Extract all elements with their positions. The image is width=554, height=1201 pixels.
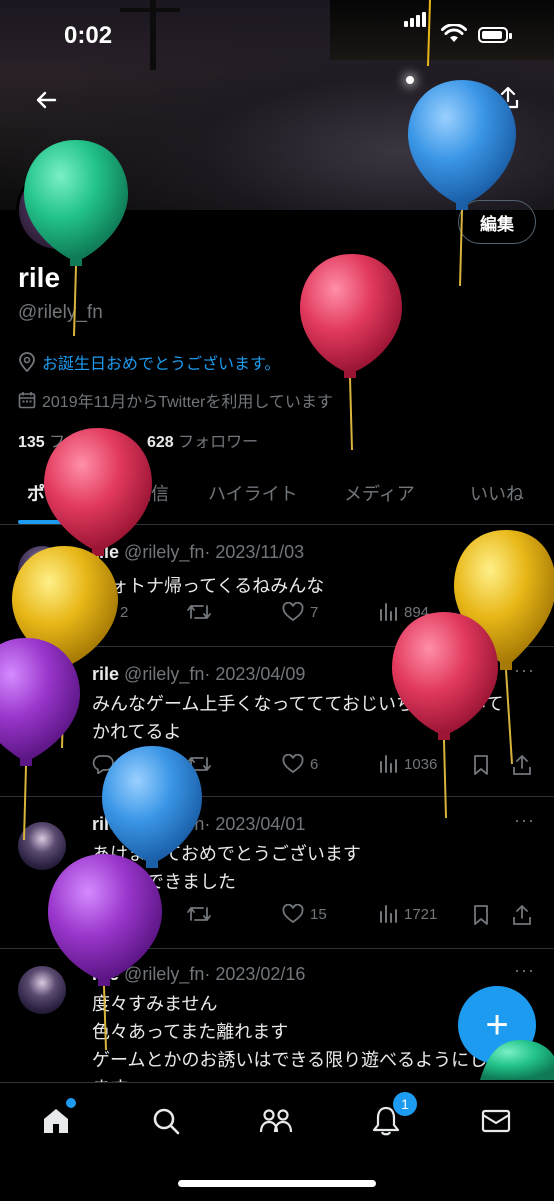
- post-avatar[interactable]: [18, 966, 66, 1014]
- bookmark-icon: [474, 755, 488, 775]
- like-button[interactable]: 15: [282, 904, 327, 924]
- post-header: rile @rilely_fn· 2023/04/01: [92, 814, 306, 834]
- home-unread-dot: [66, 1098, 76, 1108]
- location-pin-icon: [19, 352, 35, 372]
- back-arrow-icon: [36, 91, 57, 109]
- post-more-icon[interactable]: ···: [514, 810, 535, 831]
- post-header: rile @rilely_fn· 2023/04/09: [92, 664, 306, 684]
- reply-icon: [92, 755, 114, 774]
- active-tab-indicator: [18, 520, 96, 524]
- profile-tabs: ポスト 返信 ハイライト メディア いいね: [0, 466, 554, 525]
- tab-posts[interactable]: ポスト: [27, 480, 81, 506]
- retweet-icon: [187, 757, 211, 771]
- birthday-line: お誕生日おめでとうございます。: [18, 350, 280, 374]
- birthday-text[interactable]: お誕生日おめでとうございます。: [42, 350, 280, 374]
- reply-icon: [92, 603, 114, 622]
- calendar-icon: [18, 392, 36, 409]
- post-avatar[interactable]: [18, 546, 66, 594]
- views-icon: [380, 755, 397, 773]
- followers-link[interactable]: 628 フォロワー: [147, 434, 258, 451]
- bookmark-button[interactable]: [472, 602, 490, 624]
- post-avatar[interactable]: [18, 822, 66, 870]
- heart-icon: [282, 904, 304, 924]
- post-header: rile @rilely_fn· 2023/11/03: [92, 542, 305, 562]
- tab-replies[interactable]: 返信: [133, 480, 169, 506]
- views-count[interactable]: 1036: [378, 754, 437, 774]
- search-icon: [153, 1108, 180, 1135]
- nav-communities[interactable]: [256, 1101, 296, 1141]
- views-count[interactable]: 1721: [378, 904, 437, 924]
- heart-icon: [282, 602, 304, 622]
- back-button[interactable]: [28, 82, 64, 118]
- tab-highlights[interactable]: ハイライト: [208, 480, 298, 506]
- reply-button[interactable]: 7: [92, 904, 128, 924]
- profile-avatar[interactable]: [16, 168, 100, 252]
- reply-icon: [92, 905, 114, 924]
- post-more-icon[interactable]: ···: [514, 960, 535, 981]
- share-profile-button[interactable]: [490, 80, 526, 116]
- mail-icon: [481, 1109, 511, 1133]
- post-text: あけましておめでとうございます 彼女ができました: [92, 844, 361, 892]
- post-item[interactable]: rile @rilely_fn· 2023/11/03 ··· フォトナ帰ってく…: [0, 534, 554, 647]
- profile-handle: @rilely_fn: [18, 302, 103, 323]
- like-button[interactable]: 7: [282, 602, 318, 622]
- post-more-icon[interactable]: ···: [514, 538, 535, 559]
- post-text: フォトナ帰ってくるねみんな: [92, 576, 325, 596]
- nav-explore[interactable]: [146, 1101, 186, 1141]
- balloon-red: [300, 254, 402, 451]
- views-icon: [380, 905, 397, 923]
- share-post-button[interactable]: [512, 602, 532, 624]
- joined-text: 2019年11月からTwitterを利用しています: [42, 394, 333, 411]
- heart-icon: [282, 754, 304, 774]
- status-bar: 0:02: [0, 0, 554, 74]
- follow-counts: 135 フォロー中 628 フォロワー: [18, 428, 258, 452]
- retweet-button[interactable]: [186, 602, 218, 622]
- share-icon: [513, 755, 531, 775]
- share-icon: [513, 603, 531, 623]
- post-item[interactable]: rile @rilely_fn· 2023/04/01 ··· あけましておめで…: [0, 798, 554, 949]
- tab-likes[interactable]: いいね: [470, 480, 524, 506]
- post-actions: 2 7 894: [92, 602, 542, 632]
- compose-button[interactable]: +: [458, 986, 536, 1064]
- reply-button[interactable]: 5: [92, 754, 128, 774]
- home-indicator[interactable]: [178, 1180, 376, 1187]
- home-icon: [44, 1109, 68, 1133]
- post-item[interactable]: rile @rilely_fn· 2023/04/09 ··· みんなゲーム上手…: [0, 648, 554, 797]
- communities-icon: [259, 1109, 293, 1133]
- status-time: 0:02: [64, 22, 113, 49]
- share-icon: [497, 86, 519, 109]
- post-avatar[interactable]: [18, 660, 66, 708]
- views-icon: [380, 603, 397, 621]
- post-header: rile @rilely_fn· 2023/02/16: [92, 964, 306, 984]
- tab-media[interactable]: メディア: [344, 480, 415, 506]
- bookmark-icon: [474, 603, 488, 623]
- share-icon: [513, 905, 531, 925]
- edit-profile-button[interactable]: 編集: [458, 200, 536, 244]
- views-count[interactable]: 894: [378, 602, 429, 622]
- wifi-icon: [441, 24, 467, 42]
- nav-messages[interactable]: [476, 1101, 516, 1141]
- bookmark-button[interactable]: [472, 754, 490, 776]
- following-link[interactable]: 135 フォロー中: [18, 434, 129, 451]
- joined-line: 2019年11月からTwitterを利用しています: [18, 388, 333, 412]
- notification-badge: 1: [393, 1092, 417, 1116]
- bookmark-icon: [474, 905, 488, 925]
- profile-name: rile: [18, 262, 61, 293]
- like-button[interactable]: 6: [282, 754, 318, 774]
- bookmark-button[interactable]: [472, 904, 490, 926]
- retweet-button[interactable]: [186, 754, 218, 774]
- search-button[interactable]: [432, 82, 468, 118]
- share-post-button[interactable]: [512, 904, 532, 926]
- reply-button[interactable]: 2: [92, 602, 128, 622]
- post-actions: 7 15 1721: [92, 904, 542, 934]
- battery-icon: [478, 27, 512, 43]
- post-more-icon[interactable]: ···: [514, 660, 535, 681]
- retweet-icon: [187, 907, 211, 921]
- retweet-button[interactable]: [186, 904, 218, 924]
- retweet-icon: [187, 605, 211, 619]
- post-text: みんなゲーム上手くなっててておじいちゃん置いて かれてるよ: [92, 694, 504, 742]
- share-post-button[interactable]: [512, 754, 532, 776]
- search-icon: [439, 89, 461, 111]
- post-actions: 5 6 1036: [92, 754, 542, 784]
